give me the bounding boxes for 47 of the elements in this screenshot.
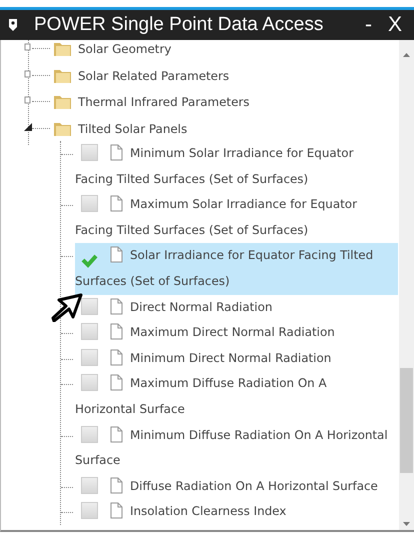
tree-item[interactable]: Minimum Diffuse Radiation On A Horizontal Surface — [75, 422, 398, 474]
document-icon — [110, 246, 123, 264]
checkbox[interactable] — [81, 298, 98, 315]
checkbox[interactable] — [81, 502, 98, 520]
scrollbar[interactable] — [399, 40, 414, 530]
pin-icon — [8, 18, 18, 32]
tree-item[interactable]: Minimum Solar Irradiance for Equator Facing Tilted Surfaces (Set of Surfaces) — [75, 141, 398, 192]
checkbox[interactable] — [81, 323, 98, 340]
tree-item[interactable]: Maximum Diffuse Radiation On A Horizontal Surface — [75, 371, 398, 423]
folder-icon — [53, 40, 72, 57]
document-icon — [110, 348, 123, 366]
document-icon — [110, 502, 123, 520]
collapse-icon[interactable] — [24, 43, 32, 51]
document-icon — [110, 374, 123, 392]
tree-item[interactable]: Solar Geometry — [78, 41, 172, 59]
checkbox[interactable] — [81, 348, 98, 366]
collapse-icon[interactable] — [24, 70, 32, 78]
tree-item[interactable]: Maximum Solar Irradiance for Equator Facing Tilted Surfaces (Set of Surfaces) — [75, 192, 398, 244]
expanded-icon[interactable] — [24, 122, 32, 130]
document-icon — [110, 195, 123, 212]
window-title: POWER Single Point Data Access — [34, 12, 324, 37]
document-icon — [110, 476, 123, 494]
document-icon — [110, 426, 123, 443]
scrollbar-thumb[interactable] — [400, 368, 413, 473]
document-icon — [110, 298, 123, 315]
minimize-button[interactable]: - — [360, 11, 376, 39]
tree-item[interactable]: Solar Related Parameters — [78, 68, 230, 86]
tree-item[interactable]: Thermal Infrared Parameters — [78, 94, 250, 112]
scroll-down-icon[interactable] — [403, 522, 410, 526]
cursor-icon — [51, 292, 83, 322]
collapse-icon[interactable] — [24, 96, 32, 104]
tree-item[interactable]: Maximum Direct Normal Radiation — [75, 320, 398, 346]
checkbox[interactable] — [81, 144, 98, 161]
document-icon — [110, 323, 123, 340]
tree-item[interactable]: Diffuse Radiation On A Horizontal Surface — [75, 474, 398, 500]
close-button[interactable]: X — [384, 11, 406, 39]
checkbox[interactable] — [81, 195, 98, 212]
document-icon — [110, 144, 123, 161]
folder-icon — [53, 93, 72, 110]
scroll-up-icon[interactable] — [403, 53, 410, 57]
tree-item[interactable]: Minimum Direct Normal Radiation — [75, 346, 398, 372]
tree-item[interactable]: Insolation Clearness Index — [75, 499, 398, 525]
selected-tree-item[interactable]: Solar Irradiance for Equator Facing Tilted Surfaces (Set of Surfaces) — [75, 243, 398, 295]
checkbox[interactable] — [81, 426, 98, 443]
checkbox[interactable] — [81, 374, 98, 392]
tree-item[interactable]: Tilted Solar Panels — [78, 120, 188, 138]
checkbox[interactable] — [81, 476, 98, 494]
